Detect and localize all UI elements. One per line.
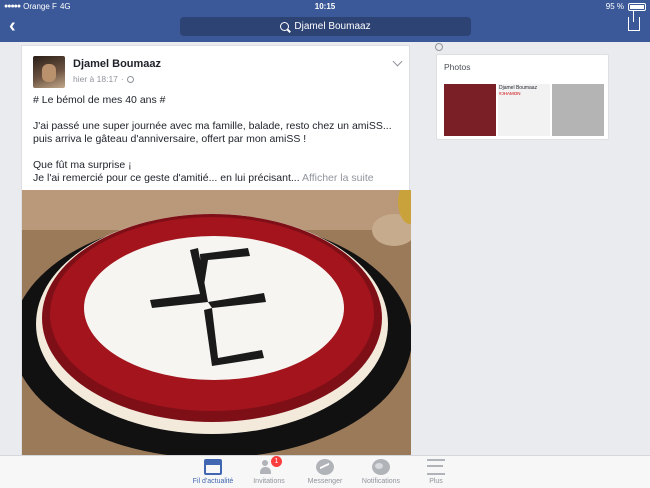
tab-notifications[interactable]: Notifications [351, 459, 411, 485]
photos-title[interactable]: Photos [444, 62, 470, 72]
battery-icon [628, 2, 646, 11]
battery-percent: 95 % [605, 2, 624, 11]
status-bar: ●●●●● Orange F 4G 10:15 95 % [0, 0, 650, 13]
friend-requests-icon: 1 [260, 456, 282, 475]
navigation-bar: ●●●●● Orange F 4G 10:15 95 % ‹ Djamel Bo… [0, 0, 650, 42]
post-author[interactable]: Djamel Boumaaz [73, 58, 161, 70]
news-feed-icon [204, 459, 222, 475]
post-title-line: # Le bémol de mes 40 ans # [33, 94, 166, 106]
tab-more[interactable]: Plus [406, 459, 466, 485]
photo-thumbnail[interactable] [552, 84, 604, 136]
zoom-icon[interactable] [435, 43, 443, 51]
photo-thumbnail[interactable] [444, 84, 496, 136]
post-photo[interactable] [22, 190, 411, 456]
back-button[interactable]: ‹ [9, 16, 16, 36]
clock: 10:15 [314, 2, 336, 11]
photos-panel: Photos Djamel Boumaaz #JHAMON [436, 54, 609, 140]
notification-badge: 1 [271, 456, 282, 467]
thumbnail-caption: #JHAMON [499, 91, 521, 96]
chevron-down-icon[interactable] [392, 56, 403, 67]
share-icon[interactable] [628, 11, 640, 31]
tab-news-feed[interactable]: Fil d'actualité [183, 459, 243, 485]
globe-icon [372, 459, 390, 475]
see-more-link[interactable]: Afficher la suite [302, 172, 374, 184]
post-meta: hier à 18:17 · [73, 74, 134, 84]
messenger-icon [316, 459, 334, 475]
globe-icon [126, 75, 134, 83]
post-card: Djamel Boumaaz hier à 18:17 · # Le bémol… [21, 45, 411, 456]
post-paragraph: J'ai passé une super journée avec ma fam… [33, 120, 392, 145]
search-bar[interactable]: Djamel Boumaaz [180, 17, 471, 36]
post-text: # Le bémol de mes 40 ans # J'ai passé un… [33, 94, 403, 185]
tab-messenger[interactable]: Messenger [295, 459, 355, 485]
post-line: Que fût ma surprise ¡ [33, 159, 132, 171]
avatar[interactable] [33, 56, 65, 88]
photo-thumbnail[interactable]: Djamel Boumaaz #JHAMON [498, 84, 550, 136]
tab-bar: Fil d'actualité 1 Invitations Messenger … [0, 455, 650, 488]
post-timestamp[interactable]: hier à 18:17 [73, 74, 118, 84]
chevron-left-icon: ‹ [9, 15, 16, 37]
menu-icon [427, 459, 445, 475]
tab-friend-requests[interactable]: 1 Invitations [239, 456, 299, 485]
search-icon [280, 22, 290, 31]
search-query: Djamel Boumaaz [294, 21, 371, 32]
post-line: Je l'ai remercié pour ce geste d'amitié.… [33, 172, 300, 184]
